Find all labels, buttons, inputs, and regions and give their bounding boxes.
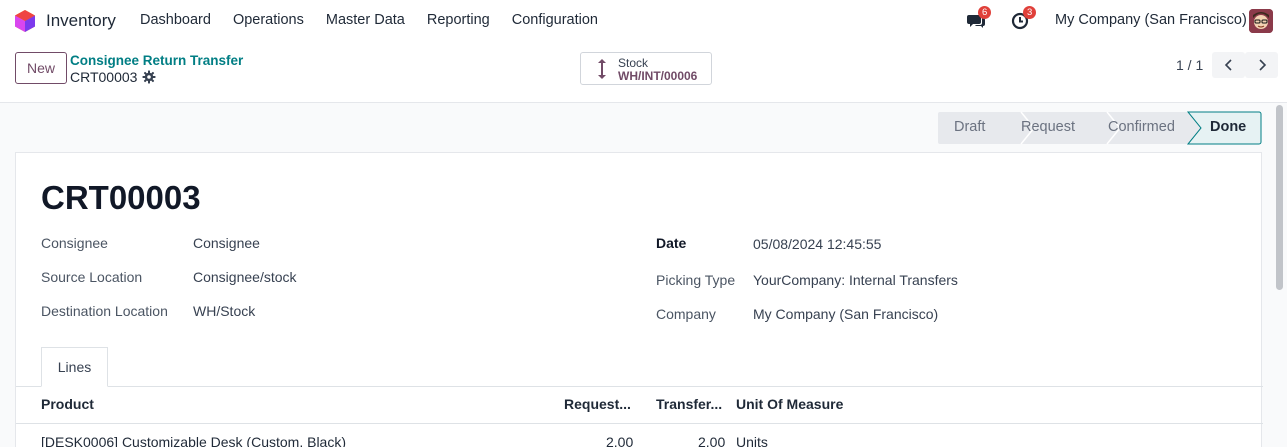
user-avatar-icon — [1249, 9, 1273, 33]
user-avatar[interactable] — [1249, 9, 1273, 33]
messages-systray[interactable]: 6 — [966, 6, 992, 34]
field-label-date: Date — [656, 235, 687, 251]
column-header-transferred[interactable]: Transfer... — [656, 396, 722, 412]
smart-button-title: Stock — [618, 56, 649, 70]
menu-dashboard[interactable]: Dashboard — [140, 12, 211, 28]
menu-reporting[interactable]: Reporting — [427, 12, 490, 28]
chevron-left-icon — [1224, 59, 1232, 71]
field-value-source-location[interactable]: Consignee/stock — [193, 269, 297, 285]
status-stage-confirmed[interactable]: Confirmed — [1108, 119, 1175, 135]
field-value-picking-type[interactable]: YourCompany: Internal Transfers — [753, 272, 958, 288]
breadcrumb-current: CRT00003 — [70, 69, 138, 85]
column-header-requested[interactable]: Request... — [564, 396, 631, 412]
stock-smart-button[interactable]: Stock WH/INT/00006 — [580, 52, 712, 85]
top-navbar: Inventory Dashboard Operations Master Da… — [0, 0, 1287, 42]
field-value-date[interactable]: 05/08/2024 12:45:55 — [753, 236, 881, 252]
menu-configuration[interactable]: Configuration — [512, 12, 598, 28]
field-value-destination-location[interactable]: WH/Stock — [193, 303, 255, 319]
smart-button-value: WH/INT/00006 — [618, 69, 698, 83]
column-header-product[interactable]: Product — [41, 396, 94, 412]
table-cell-transferred[interactable]: 2.00 — [698, 434, 725, 447]
activities-systray[interactable]: 3 — [1011, 6, 1037, 34]
field-value-company[interactable]: My Company (San Francisco) — [753, 306, 938, 322]
field-label-consignee: Consignee — [41, 235, 108, 251]
field-value-consignee[interactable]: Consignee — [193, 235, 260, 251]
breadcrumb-parent-link[interactable]: Consignee Return Transfer — [70, 53, 243, 68]
form-sheet: CRT00003 Consignee Consignee Source Loca… — [15, 152, 1263, 447]
activities-count-badge: 3 — [1023, 6, 1037, 19]
chevron-right-icon — [1258, 59, 1266, 71]
page-scrollbar[interactable] — [1276, 103, 1283, 447]
status-stage-request[interactable]: Request — [1021, 119, 1075, 135]
table-header-divider — [16, 423, 1263, 424]
table-cell-requested[interactable]: 2.00 — [606, 434, 633, 447]
messages-count-badge: 6 — [978, 6, 992, 19]
menu-operations[interactable]: Operations — [233, 12, 304, 28]
field-label-company: Company — [656, 306, 716, 322]
record-name: CRT00003 — [41, 179, 201, 216]
transfer-arrows-icon — [598, 59, 606, 79]
field-label-source-location: Source Location — [41, 269, 143, 285]
tab-divider — [16, 386, 1263, 387]
pager-previous-button[interactable] — [1212, 52, 1245, 78]
main-menu: Dashboard Operations Master Data Reporti… — [140, 12, 598, 28]
field-label-destination-location: Destination Location — [41, 303, 168, 319]
app-name[interactable]: Inventory — [46, 11, 116, 31]
table-cell-unit-of-measure[interactable]: Units — [736, 434, 768, 447]
new-button[interactable]: New — [15, 52, 67, 84]
company-switcher[interactable]: My Company (San Francisco) — [1055, 12, 1247, 28]
table-cell-product[interactable]: [DESK0006] Customizable Desk (Custom, Bl… — [41, 434, 346, 447]
menu-master-data[interactable]: Master Data — [326, 12, 405, 28]
field-label-picking-type: Picking Type — [656, 272, 736, 288]
inventory-app-icon[interactable] — [15, 10, 35, 32]
pager-next-button[interactable] — [1245, 52, 1278, 78]
pager-value[interactable]: 1 / 1 — [1176, 57, 1203, 73]
scrollbar-thumb[interactable] — [1276, 105, 1283, 290]
status-stage-draft[interactable]: Draft — [954, 119, 985, 135]
tab-lines[interactable]: Lines — [41, 347, 108, 387]
gear-icon[interactable] — [142, 70, 156, 84]
column-header-unit-of-measure[interactable]: Unit Of Measure — [736, 396, 843, 412]
control-panel: New Consignee Return Transfer CRT00003 S… — [0, 42, 1287, 103]
status-stage-done[interactable]: Done — [1210, 119, 1246, 135]
